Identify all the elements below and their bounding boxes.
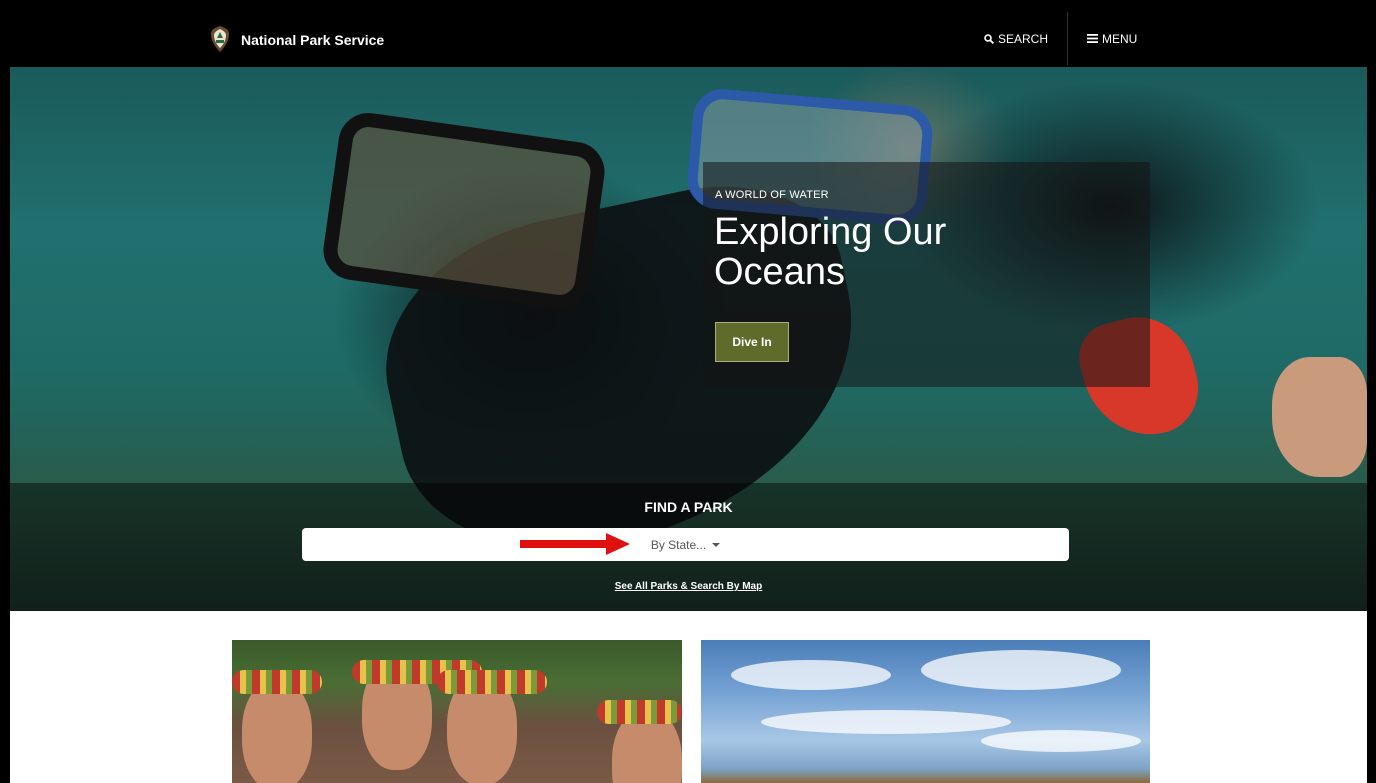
search-label: SEARCH — [998, 31, 1049, 46]
state-select[interactable]: By State... — [302, 528, 1069, 561]
hero-feature-box: A WORLD OF WATER Exploring Our Oceans Di… — [703, 162, 1150, 387]
site-title[interactable]: National Park Service — [241, 32, 384, 48]
nps-arrowhead-icon[interactable] — [210, 26, 230, 52]
feature-card-hula[interactable] — [232, 640, 682, 783]
photo-lei — [232, 670, 322, 694]
annotation-arrow-icon — [520, 533, 630, 555]
screen-border-left — [0, 0, 10, 783]
hero-photo-mask — [319, 109, 609, 313]
nav-divider — [1067, 12, 1068, 65]
photo-lei — [437, 670, 547, 694]
feature-card-sky[interactable] — [701, 640, 1150, 783]
search-icon — [984, 33, 994, 44]
hero-photo-hand — [1272, 357, 1367, 477]
screen-border-top — [0, 0, 1376, 10]
screen-border-right — [1367, 0, 1376, 783]
top-nav-bar: National Park Service SEARCH MENU — [10, 10, 1367, 67]
state-select-value: By State... — [650, 537, 707, 552]
photo-cloud — [731, 660, 891, 690]
hero-headline[interactable]: Exploring Our Oceans — [714, 212, 1014, 292]
photo-lei — [597, 700, 682, 724]
hamburger-icon — [1087, 34, 1098, 43]
hero-banner: A WORLD OF WATER Exploring Our Oceans Di… — [10, 67, 1367, 611]
photo-cloud — [921, 650, 1121, 690]
search-button[interactable]: SEARCH — [984, 10, 1048, 67]
menu-label: MENU — [1102, 31, 1138, 46]
find-a-park-title: FIND A PARK — [644, 499, 733, 515]
menu-button[interactable]: MENU — [1087, 10, 1137, 67]
photo-cloud — [761, 710, 1011, 734]
photo-person — [242, 680, 312, 783]
see-all-parks-link[interactable]: See All Parks & Search By Map — [10, 581, 1367, 592]
caret-down-icon — [712, 542, 721, 547]
dive-in-button[interactable]: Dive In — [715, 322, 789, 362]
hero-eyebrow: A WORLD OF WATER — [715, 189, 829, 201]
photo-cloud — [981, 730, 1141, 752]
